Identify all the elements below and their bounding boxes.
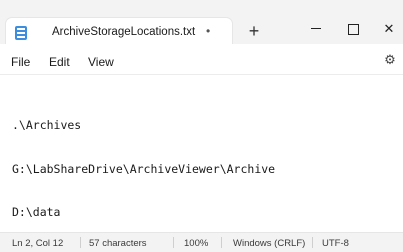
maximize-button[interactable] — [340, 20, 366, 38]
character-count: 57 characters — [89, 238, 147, 249]
status-divider — [80, 237, 81, 248]
menu-view[interactable]: View — [88, 55, 114, 69]
editor-line: D:\data — [12, 205, 61, 219]
tab-title: ArchiveStorageLocations.txt — [52, 26, 196, 38]
menu-file[interactable]: File — [11, 55, 30, 69]
line-ending[interactable]: Windows (CRLF) — [233, 238, 305, 249]
gear-icon: ⚙ — [384, 52, 396, 67]
status-divider — [312, 237, 313, 248]
menu-bar: File Edit View ⚙ — [0, 44, 403, 74]
status-divider — [173, 237, 174, 248]
minimize-icon — [311, 28, 321, 29]
cursor-position[interactable]: Ln 2, Col 12 — [12, 238, 63, 249]
editor-line: G:\LabShareDrive\ArchiveViewer\Archive — [12, 161, 276, 176]
close-button[interactable]: ✕ — [376, 20, 402, 38]
editor-line: .\Archives — [12, 118, 82, 132]
notepad-window: ArchiveStorageLocations.txt • + ✕ File E… — [0, 0, 403, 252]
minimize-button[interactable] — [303, 20, 329, 38]
unsaved-indicator[interactable]: • — [206, 24, 210, 38]
status-bar: Ln 2, Col 12 57 characters 100% Windows … — [0, 232, 403, 252]
status-divider — [221, 237, 222, 248]
editor-content[interactable]: .\Archives G:\LabShareDrive\ArchiveViewe… — [12, 89, 275, 249]
menu-edit[interactable]: Edit — [49, 55, 70, 69]
zoom-level[interactable]: 100% — [184, 238, 208, 249]
new-tab-button[interactable]: + — [244, 22, 264, 42]
encoding[interactable]: UTF-8 — [322, 238, 349, 249]
settings-button[interactable]: ⚙ — [383, 53, 397, 67]
maximize-icon — [347, 24, 359, 35]
notepad-icon — [15, 26, 27, 40]
close-icon: ✕ — [383, 21, 395, 36]
document-tab[interactable]: ArchiveStorageLocations.txt • — [6, 18, 232, 44]
text-editor-area[interactable]: .\Archives G:\LabShareDrive\ArchiveViewe… — [0, 74, 403, 229]
title-bar: ArchiveStorageLocations.txt • + ✕ — [0, 0, 403, 44]
